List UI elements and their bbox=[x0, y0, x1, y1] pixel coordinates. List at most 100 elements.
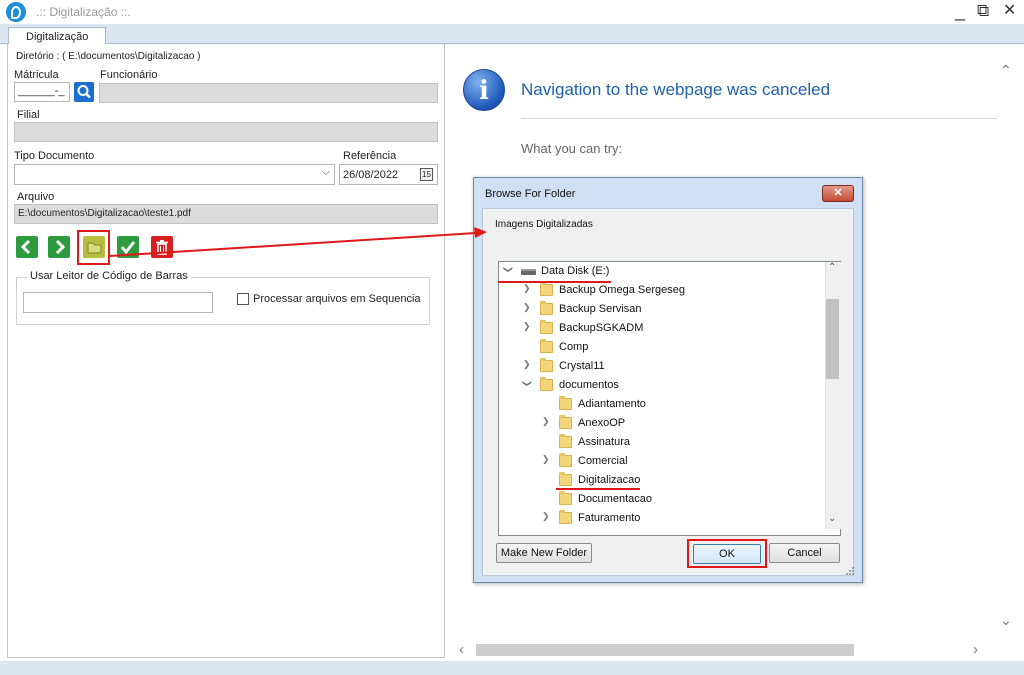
tipo-documento-select[interactable]: ⌵ bbox=[14, 164, 335, 185]
annotation-box-folder-button bbox=[77, 230, 110, 265]
search-icon bbox=[77, 85, 91, 99]
tree-item-label: Digitalizacao bbox=[578, 474, 641, 486]
minimize-button[interactable]: _ bbox=[955, 1, 965, 21]
tab-digitalizacao[interactable]: Digitalização bbox=[8, 27, 107, 45]
tree-item[interactable]: Documentacao bbox=[499, 490, 824, 509]
vertical-scrollbar[interactable] bbox=[997, 48, 1016, 638]
referencia-label: Referência bbox=[343, 150, 397, 162]
confirm-button[interactable] bbox=[117, 236, 139, 258]
annotation-underline-data-disk bbox=[498, 281, 611, 283]
tree-item-label: Adiantamento bbox=[578, 398, 646, 410]
tree-item[interactable]: ❯ documentos bbox=[499, 376, 824, 395]
matricula-value: ______-_ bbox=[18, 85, 65, 97]
chevron-right-icon[interactable]: ❯ bbox=[523, 302, 531, 313]
restore-button[interactable]: ⧉ bbox=[977, 1, 989, 21]
annotation-box-ok-button bbox=[687, 539, 767, 568]
info-icon: i bbox=[463, 69, 505, 111]
horizontal-scroll-thumb[interactable] bbox=[476, 644, 854, 656]
chevron-right-icon[interactable]: ❯ bbox=[523, 321, 531, 332]
funcionario-field bbox=[99, 83, 438, 103]
barcode-group-label: Usar Leitor de Código de Barras bbox=[27, 270, 191, 282]
scroll-down-icon[interactable]: ⌄ bbox=[1000, 612, 1012, 629]
chevron-right-icon bbox=[55, 239, 66, 255]
funcionario-label: Funcionário bbox=[100, 69, 158, 81]
cancel-button[interactable]: Cancel bbox=[769, 543, 840, 563]
chevron-right-icon[interactable]: ❯ bbox=[523, 359, 531, 370]
tree-item[interactable]: Adiantamento bbox=[499, 395, 824, 414]
divider bbox=[521, 118, 998, 119]
barcode-input[interactable] bbox=[23, 292, 213, 313]
matricula-input[interactable]: ______-_ bbox=[14, 82, 70, 102]
trash-icon bbox=[156, 240, 168, 255]
title-bar: .:: Digitalização ::. _ ⧉ ✕ bbox=[0, 0, 1024, 24]
filial-label: Filial bbox=[17, 109, 40, 121]
chevron-down-icon: ⌵ bbox=[321, 166, 330, 178]
tree-item[interactable]: ❯ Backup Omega Sergeseg bbox=[499, 281, 824, 300]
app-logo-icon bbox=[6, 2, 26, 22]
make-new-folder-button[interactable]: Make New Folder bbox=[496, 543, 592, 563]
folder-icon bbox=[540, 320, 553, 334]
referencia-date-input[interactable]: 26/08/2022 15 bbox=[339, 164, 438, 185]
tab-strip: Digitalização bbox=[0, 24, 1024, 45]
tree-item-label: Backup Servisan bbox=[559, 303, 642, 315]
scroll-right-icon[interactable]: › bbox=[973, 641, 978, 658]
tree-item-label: Comercial bbox=[578, 455, 628, 467]
close-button[interactable]: ✕ bbox=[1003, 1, 1016, 21]
status-strip bbox=[0, 661, 1024, 675]
folder-icon bbox=[540, 301, 553, 315]
dialog-body: Imagens Digitalizadas ❯ Data Disk (E:) ❯… bbox=[482, 208, 854, 576]
tree-item[interactable]: ❯ Backup Servisan bbox=[499, 300, 824, 319]
directory-group-label: Diretório : ( E:\documentos\Digitalizaca… bbox=[16, 51, 201, 62]
calendar-icon[interactable]: 15 bbox=[420, 168, 433, 181]
search-employee-button[interactable] bbox=[74, 82, 94, 102]
scroll-up-icon[interactable]: ⌃ bbox=[1000, 62, 1012, 79]
chevron-right-icon[interactable]: ❯ bbox=[523, 283, 531, 294]
tree-scroll-up-icon[interactable]: ⌃ bbox=[828, 262, 836, 273]
chevron-left-icon bbox=[20, 239, 31, 255]
folder-icon bbox=[559, 415, 572, 429]
delete-button[interactable] bbox=[151, 236, 173, 258]
tree-item[interactable]: ❯ AnexoOP bbox=[499, 414, 824, 433]
folder-icon bbox=[559, 434, 572, 448]
what-you-can-try-text: What you can try: bbox=[521, 141, 623, 156]
scroll-left-icon[interactable]: ‹ bbox=[459, 641, 464, 658]
matricula-label: Mátricula bbox=[14, 69, 59, 81]
folder-tree[interactable]: ❯ Data Disk (E:) ❯ Backup Omega Sergeseg… bbox=[498, 261, 841, 536]
chevron-down-icon[interactable]: ❯ bbox=[521, 380, 532, 388]
tree-item[interactable]: ❯ Faturamento bbox=[499, 509, 824, 528]
tree-scroll-thumb[interactable] bbox=[826, 299, 839, 379]
arquivo-field: E:\documentos\Digitalizacao\teste1.pdf bbox=[14, 204, 438, 224]
tree-item[interactable]: ❯ Crystal11 bbox=[499, 357, 824, 376]
tree-item-selected[interactable]: Digitalizacao bbox=[499, 471, 824, 490]
tree-item-label: Assinatura bbox=[578, 436, 630, 448]
dialog-close-button[interactable]: ✕ bbox=[822, 185, 854, 202]
chevron-down-icon[interactable]: ❯ bbox=[502, 266, 513, 274]
tree-item-label: Documentacao bbox=[578, 493, 652, 505]
process-sequence-checkbox[interactable] bbox=[237, 293, 249, 305]
tree-item[interactable]: ❯ BackupSGKADM bbox=[499, 319, 824, 338]
tree-item-label: Crystal11 bbox=[559, 360, 605, 372]
folder-icon bbox=[540, 377, 553, 391]
tree-item[interactable]: Assinatura bbox=[499, 433, 824, 452]
checkmark-icon bbox=[117, 236, 139, 258]
tree-item-label: AnexoOP bbox=[578, 417, 626, 429]
tree-item-label: Backup Omega Sergeseg bbox=[559, 284, 685, 296]
folder-icon bbox=[559, 491, 572, 505]
chevron-right-icon[interactable]: ❯ bbox=[542, 511, 550, 522]
drive-icon bbox=[521, 269, 536, 275]
tree-item[interactable]: ❯ Comercial bbox=[499, 452, 824, 471]
resize-grip-icon[interactable] bbox=[845, 566, 855, 576]
tree-item[interactable]: Comp bbox=[499, 338, 824, 357]
arquivo-label: Arquivo bbox=[17, 191, 55, 203]
tree-scroll-down-icon[interactable]: ⌄ bbox=[828, 513, 836, 524]
process-sequence-label: Processar arquivos em Sequencia bbox=[253, 293, 421, 305]
filial-field bbox=[14, 122, 438, 142]
next-button[interactable] bbox=[48, 236, 70, 258]
previous-button[interactable] bbox=[16, 236, 38, 258]
tree-item[interactable]: ❯ Data Disk (E:) bbox=[499, 262, 824, 281]
window-title: .:: Digitalização ::. bbox=[36, 5, 131, 19]
chevron-right-icon[interactable]: ❯ bbox=[542, 416, 550, 427]
tree-item-label: BackupSGKADM bbox=[559, 322, 644, 334]
chevron-right-icon[interactable]: ❯ bbox=[542, 454, 550, 465]
arquivo-value: E:\documentos\Digitalizacao\teste1.pdf bbox=[18, 208, 191, 219]
